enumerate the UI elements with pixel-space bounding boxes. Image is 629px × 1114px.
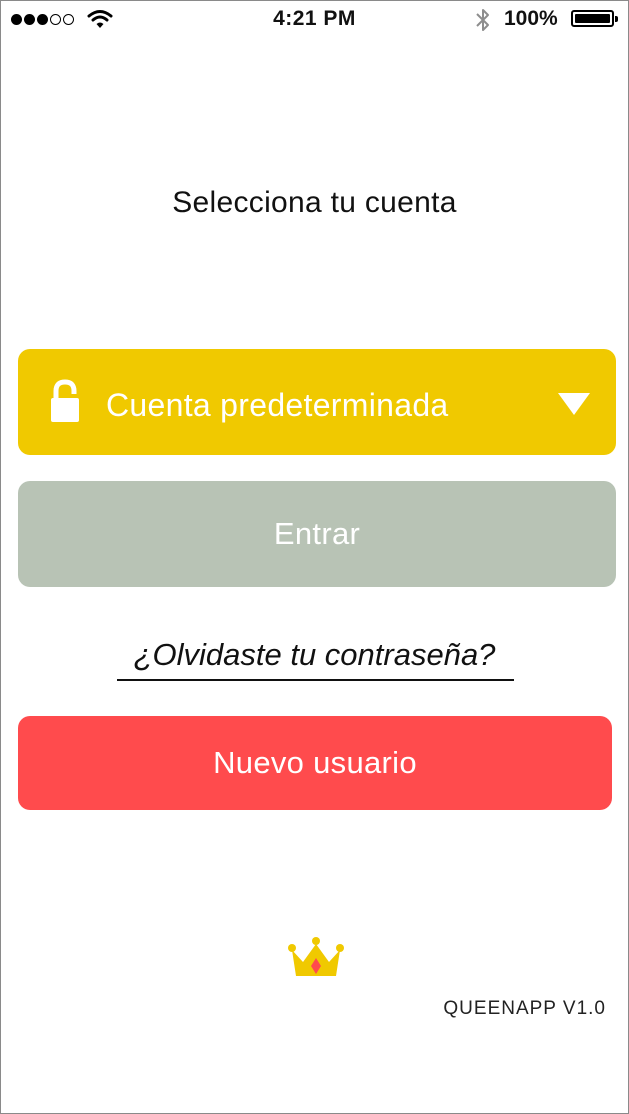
battery-percent: 100% <box>504 7 558 30</box>
new-user-button[interactable]: Nuevo usuario <box>18 716 612 810</box>
page-title: Selecciona tu cuenta <box>172 186 457 219</box>
battery-icon <box>571 10 618 27</box>
bluetooth-icon <box>476 9 489 31</box>
status-bar: 4:21 PM 100% <box>1 1 628 39</box>
app-version: QUEENAPP V1.0 <box>443 998 606 1019</box>
crown-icon <box>288 937 344 976</box>
account-dropdown[interactable]: Cuenta predeterminada <box>18 349 616 455</box>
forgot-password-link[interactable]: ¿Olvidaste tu contraseña? <box>1 637 628 673</box>
forgot-password-underline <box>117 679 514 681</box>
caret-down-icon <box>558 393 590 415</box>
app-screen: 4:21 PM 100% Selecciona tu cuenta Cuenta… <box>0 0 629 1114</box>
enter-button[interactable]: Entrar <box>18 481 616 587</box>
lock-open-icon <box>51 379 79 422</box>
account-dropdown-label: Cuenta predeterminada <box>106 387 449 423</box>
